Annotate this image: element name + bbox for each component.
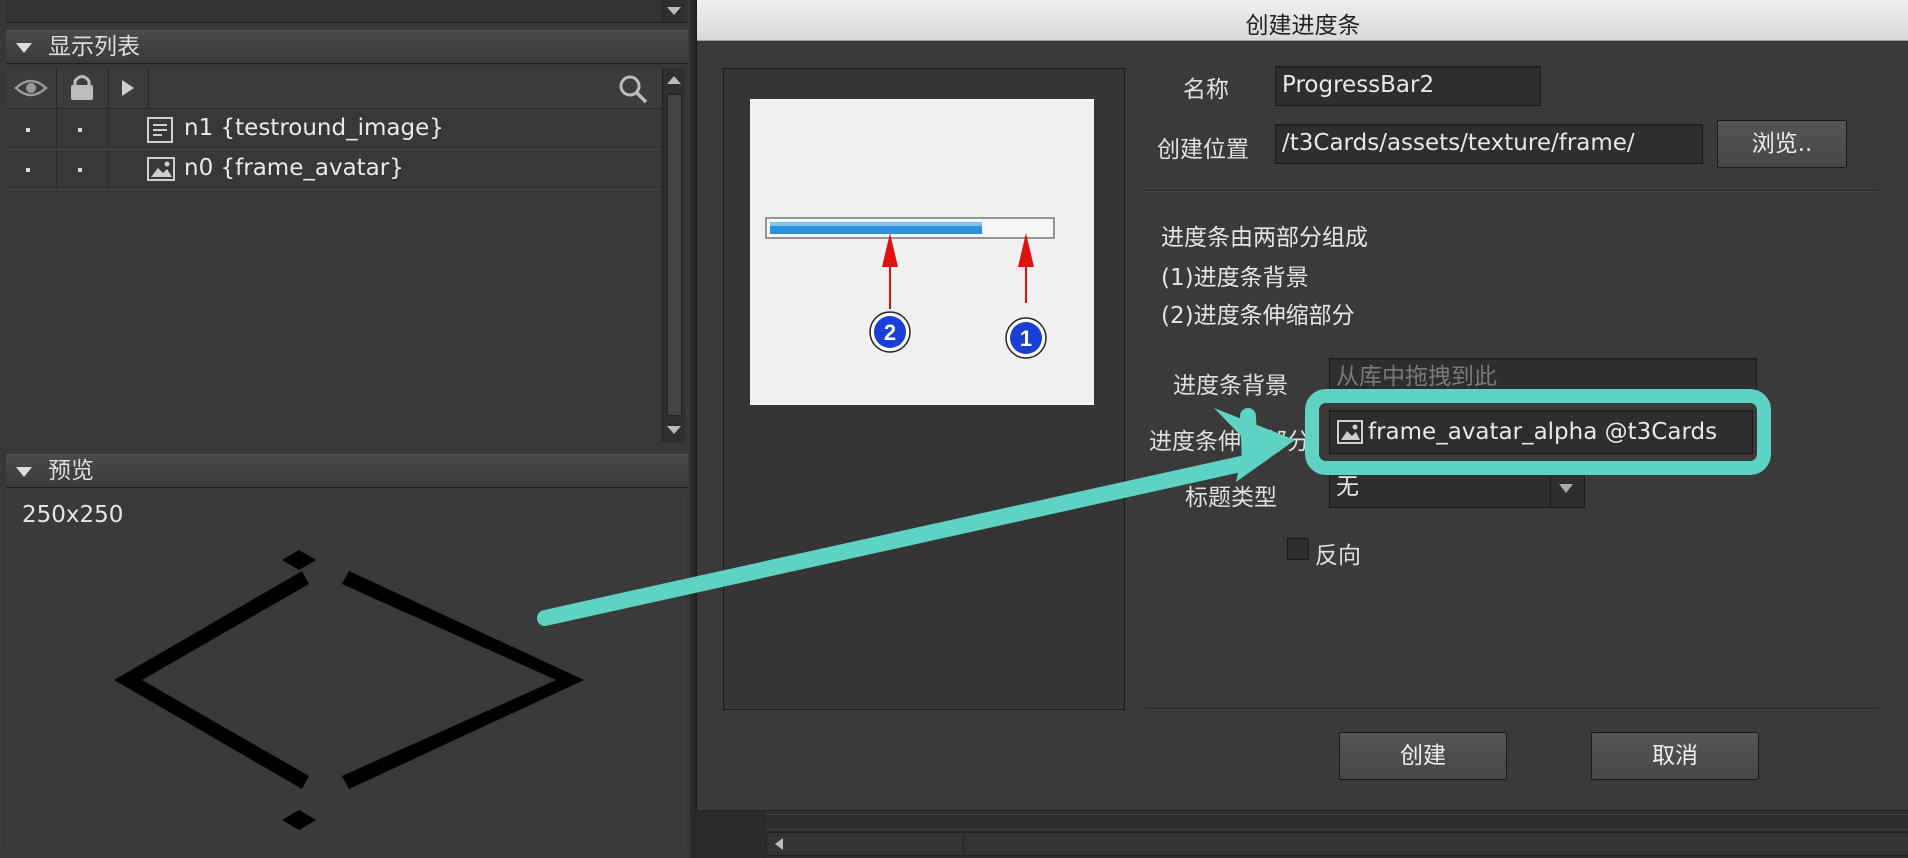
highlight-arrow-shaft bbox=[537, 454, 1258, 626]
highlight-box bbox=[1305, 389, 1771, 475]
annotation-overlay bbox=[537, 389, 1771, 626]
